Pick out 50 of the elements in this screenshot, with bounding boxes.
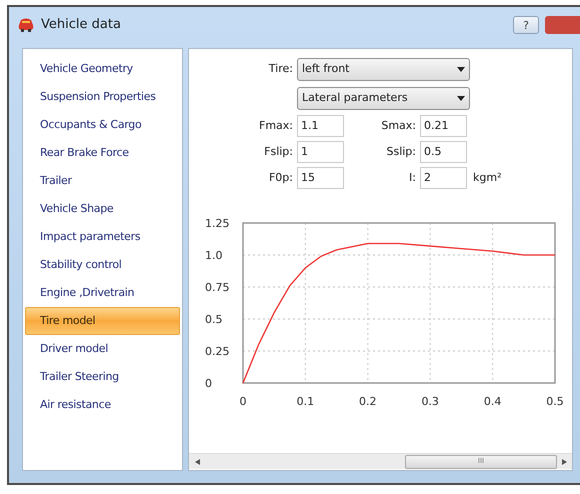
tire-value: left front	[302, 61, 350, 78]
y-tick-label: 1.0	[205, 249, 222, 262]
sidebar-item[interactable]: Trailer	[25, 167, 180, 195]
dropdown-arrow-icon	[457, 67, 465, 72]
parameter-input[interactable]: 15	[297, 167, 344, 189]
window-title: Vehicle data	[41, 16, 121, 34]
parameter-input[interactable]: 2	[420, 167, 467, 189]
car-logo-icon	[17, 17, 35, 33]
x-tick-label: 0	[240, 395, 246, 408]
sidebar-item[interactable]: Occupants & Cargo	[25, 111, 180, 139]
help-button[interactable]: ?	[513, 16, 539, 34]
parameter-input[interactable]: 1	[297, 141, 344, 163]
sidebar-item[interactable]: Driver model	[25, 335, 180, 363]
sidebar-item[interactable]: Rear Brake Force	[25, 139, 180, 167]
dropdown-arrow-icon	[457, 96, 465, 101]
y-tick-label: 0.25	[205, 345, 230, 358]
scroll-left-icon[interactable]	[195, 458, 200, 464]
parameter-input[interactable]: 0.5	[420, 141, 467, 163]
sidebar-item[interactable]: Vehicle Geometry	[25, 55, 180, 83]
sidebar-item[interactable]: Air resistance	[25, 391, 180, 419]
y-tick-label: 1.25	[205, 217, 230, 230]
parameter-set-value: Lateral parameters	[302, 90, 408, 106]
y-tick-label: 0.75	[205, 281, 230, 294]
sidebar-item[interactable]: Suspension Properties	[25, 83, 180, 111]
sidebar-item[interactable]: Vehicle Shape	[25, 195, 180, 223]
parameter-input[interactable]: 0.21	[420, 115, 467, 137]
x-tick-label: 0.5	[546, 395, 564, 408]
x-tick-label: 0.4	[484, 395, 502, 408]
sidebar-item[interactable]: Impact parameters	[25, 223, 180, 251]
scroll-right-icon[interactable]	[562, 458, 567, 464]
y-tick-label: 0.5	[205, 313, 222, 326]
parameter-label: Fmax:	[258, 118, 293, 134]
sidebar-item[interactable]: Trailer Steering	[25, 363, 180, 391]
sidebar-item[interactable]: Stability control	[25, 251, 180, 279]
parameter-set-dropdown[interactable]: Lateral parameters	[297, 87, 470, 110]
sidebar-item[interactable]: Tire model	[25, 307, 180, 335]
parameter-label: Fslip:	[263, 144, 293, 160]
parameter-label: I:	[408, 170, 416, 186]
tire-label: Tire:	[268, 61, 293, 78]
sidebar-item[interactable]: Engine ,Drivetrain	[25, 279, 180, 307]
x-tick-label: 0.2	[359, 395, 377, 408]
tire-dropdown[interactable]: left front	[297, 58, 470, 81]
parameter-label: Smax:	[380, 118, 416, 134]
unit-label: kgm²	[472, 170, 502, 186]
x-tick-label: 0.3	[421, 395, 439, 408]
parameter-label: Sslip:	[385, 144, 416, 160]
y-tick-label: 0	[205, 377, 212, 390]
x-tick-label: 0.1	[296, 395, 314, 408]
parameter-input[interactable]: 1.1	[297, 115, 344, 137]
parameter-label: F0p:	[268, 170, 293, 186]
